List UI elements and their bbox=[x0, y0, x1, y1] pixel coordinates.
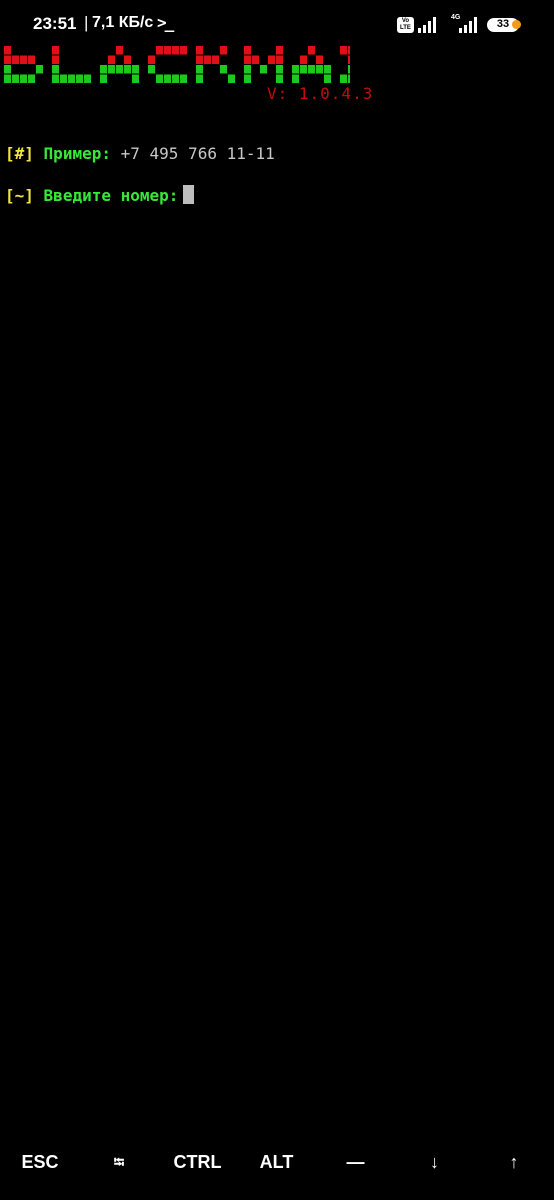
line-label: Пример: bbox=[43, 144, 111, 163]
blackmail-logo bbox=[4, 46, 350, 83]
terminal-icon: >_ bbox=[157, 13, 174, 32]
text-cursor bbox=[183, 185, 195, 204]
status-bar: 23:51 | 7,1 КБ/с >_ Vo LTE 4G 33 bbox=[0, 0, 554, 48]
line-value: +7 495 766 11-11 bbox=[120, 144, 275, 163]
network-speed: 7,1 КБ/с bbox=[92, 14, 154, 31]
volte-icon: Vo LTE bbox=[397, 17, 414, 33]
line-label: Введите номер: bbox=[43, 186, 179, 205]
app-version: V: 1.0.4.3 bbox=[267, 84, 374, 103]
arrow-up-key[interactable]: ↑ bbox=[474, 1152, 554, 1200]
signal-icon bbox=[418, 17, 436, 33]
clock: 23:51 bbox=[33, 14, 77, 33]
status-separator: | bbox=[84, 13, 89, 32]
dash-key[interactable]: — bbox=[316, 1152, 395, 1200]
battery-dot bbox=[512, 20, 521, 29]
terminal-output: [#] Пример: +7 495 766 11-11 [~] Введите… bbox=[5, 122, 275, 227]
ctrl-key[interactable]: CTRL bbox=[158, 1152, 237, 1200]
terminal-line-example: [#] Пример: +7 495 766 11-11 bbox=[5, 143, 275, 164]
terminal-line-prompt[interactable]: [~] Введите номер: bbox=[5, 185, 275, 206]
extra-keys-bar: ESC ⭾ CTRL ALT — ↓ ↑ bbox=[0, 1152, 554, 1200]
line-prefix: [~] bbox=[5, 186, 34, 205]
tab-key[interactable]: ⭾ bbox=[80, 1152, 158, 1200]
line-prefix: [#] bbox=[5, 144, 34, 163]
esc-key[interactable]: ESC bbox=[0, 1152, 80, 1200]
arrow-down-key[interactable]: ↓ bbox=[395, 1152, 474, 1200]
alt-key[interactable]: ALT bbox=[237, 1152, 316, 1200]
signal-icon-2 bbox=[459, 17, 477, 33]
